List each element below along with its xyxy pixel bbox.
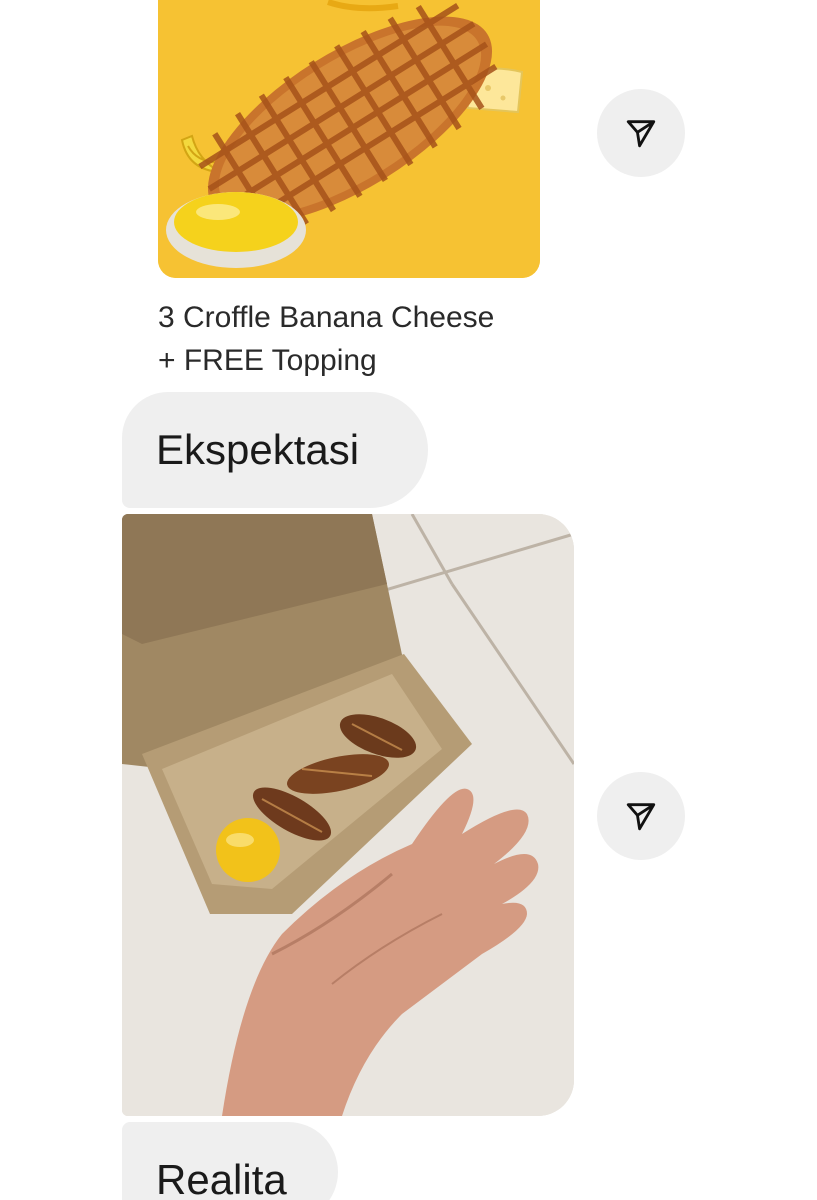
send-icon bbox=[626, 120, 656, 148]
message-thread: 3 Croffle Banana Cheese + FREE Topping E… bbox=[0, 0, 817, 1200]
message-text: Ekspektasi bbox=[156, 426, 360, 473]
message-bubble-expectation[interactable]: Ekspektasi bbox=[122, 392, 428, 508]
promo-image[interactable] bbox=[158, 0, 540, 278]
share-button[interactable] bbox=[597, 772, 685, 860]
croffle-box-photo bbox=[122, 514, 574, 1116]
reality-photo[interactable] bbox=[122, 514, 574, 1116]
message-text: Realita bbox=[156, 1156, 287, 1200]
share-button[interactable] bbox=[597, 89, 685, 177]
message-bubble-reality[interactable]: Realita bbox=[122, 1122, 338, 1200]
promo-caption: 3 Croffle Banana Cheese + FREE Topping bbox=[158, 296, 578, 382]
send-icon bbox=[626, 803, 656, 831]
croffle-promo-illustration bbox=[158, 0, 540, 278]
promo-caption-line-2: + FREE Topping bbox=[158, 344, 377, 377]
promo-caption-line-1: 3 Croffle Banana Cheese bbox=[158, 301, 495, 334]
